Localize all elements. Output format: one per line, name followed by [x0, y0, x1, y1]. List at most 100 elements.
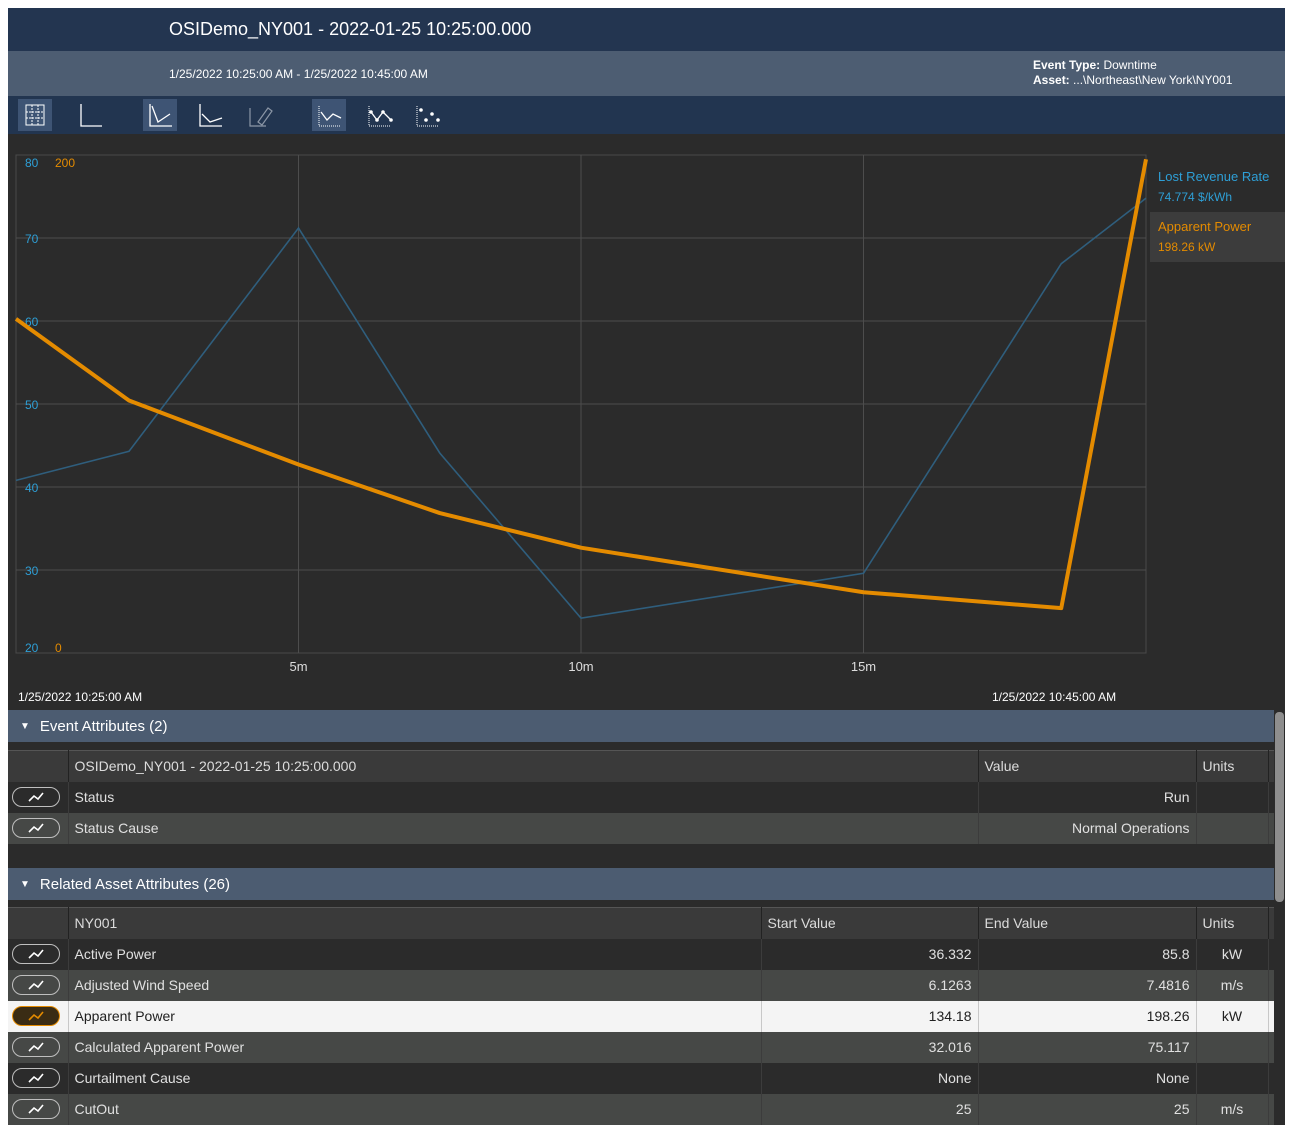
attribute-end-value: None [978, 1062, 1197, 1094]
add-to-trend-button[interactable] [12, 818, 60, 838]
attribute-name: Status Cause [68, 812, 979, 844]
markers-only-icon [416, 106, 440, 127]
column-header-units[interactable]: Units [1196, 750, 1269, 782]
y-tick-label-left: 70 [25, 232, 39, 246]
attribute-units: kW [1196, 1000, 1269, 1032]
trend-step-button[interactable] [193, 99, 227, 131]
chart-toolbar [8, 96, 1285, 134]
column-header-end-value[interactable]: End Value [978, 907, 1197, 939]
trend-cell [8, 938, 69, 970]
column-header-name[interactable]: OSIDemo_NY001 - 2022-01-25 10:25:00.000 [68, 750, 979, 782]
attribute-units [1196, 1031, 1269, 1063]
attribute-end-value: 25 [978, 1093, 1197, 1125]
asset-label: Asset: [1033, 73, 1070, 87]
add-to-trend-button[interactable] [12, 1037, 60, 1057]
table-row[interactable]: Calculated Apparent Power 32.016 75.117 [8, 1031, 1275, 1063]
y-tick-label-left: 20 [25, 641, 39, 655]
event-type-label: Event Type: [1033, 58, 1101, 72]
trend-cell [8, 1000, 69, 1032]
title-bar: OSIDemo_NY001 - 2022-01-25 10:25:00.000 [8, 8, 1285, 51]
scrollbar-thumb[interactable] [1275, 712, 1284, 902]
attribute-start-value: 6.1263 [761, 969, 979, 1001]
gridlines-icon [25, 104, 45, 126]
legend-series-name: Lost Revenue Rate [1158, 169, 1270, 184]
table-row[interactable]: CutOut 25 25 m/s [8, 1093, 1275, 1125]
table-row[interactable]: Adjusted Wind Speed 6.1263 7.4816 m/s [8, 969, 1275, 1001]
trend-icon [28, 823, 44, 833]
attribute-end-value: 198.26 [978, 1000, 1197, 1032]
event-attributes-title: Event Attributes (2) [39, 717, 168, 735]
attribute-name: Calculated Apparent Power [68, 1031, 762, 1063]
attribute-name: Status [68, 781, 979, 813]
attribute-units: m/s [1196, 1093, 1269, 1125]
legend-series-value: 198.26 kW [1158, 240, 1216, 254]
trend-cell [8, 781, 69, 813]
legend-item-apparent-power[interactable]: Apparent Power 198.26 kW [1150, 212, 1285, 262]
attribute-start-value: None [761, 1062, 979, 1094]
vertical-scrollbar[interactable] [1274, 712, 1285, 1125]
trend-chart[interactable]: 5m 10m 15m 20 30 40 50 60 70 80 0 200 Lost Revenue … [8, 134, 1285, 710]
y-tick-label-secondary: 200 [55, 156, 75, 170]
attribute-units: kW [1196, 938, 1269, 970]
axes-button[interactable] [72, 99, 106, 131]
asset-value: ...\Northeast\New York\NY001 [1073, 73, 1233, 87]
y-tick-label-left: 30 [25, 564, 39, 578]
trend-cell [8, 1093, 69, 1125]
attribute-end-value: 7.4816 [978, 969, 1197, 1001]
line-only-button[interactable] [312, 99, 346, 131]
column-header-value[interactable]: Value [978, 750, 1197, 782]
attribute-units: m/s [1196, 969, 1269, 1001]
chart-end-time: 1/25/2022 10:45:00 AM [992, 690, 1117, 704]
trend-icon [28, 980, 44, 990]
info-bar: 1/25/2022 10:25:00 AM - 1/25/2022 10:45:… [8, 51, 1285, 96]
attribute-start-value: 36.332 [761, 938, 979, 970]
legend-item-lost-revenue-rate[interactable]: Lost Revenue Rate 74.774 $/kWh [1150, 162, 1285, 212]
event-detail-window: OSIDemo_NY001 - 2022-01-25 10:25:00.000 … [8, 8, 1285, 1125]
add-to-trend-button[interactable] [12, 975, 60, 995]
x-tick-label: 10m [568, 659, 593, 674]
axes-icon [80, 104, 102, 127]
gridlines-button[interactable] [18, 99, 52, 131]
table-row[interactable]: Status Cause Normal Operations [8, 812, 1275, 844]
trend-pen-button[interactable] [243, 99, 277, 131]
attribute-units [1196, 812, 1269, 844]
event-meta: Event Type: Downtime Asset: ...\Northeas… [1033, 58, 1232, 88]
event-attributes-header[interactable]: ▼ Event Attributes (2) [8, 710, 1274, 742]
related-attributes-header[interactable]: ▼ Related Asset Attributes (26) [8, 868, 1274, 900]
trend-icon [28, 792, 44, 802]
markers-only-button[interactable] [410, 99, 444, 131]
add-to-trend-button[interactable] [12, 944, 60, 964]
chart-start-time: 1/25/2022 10:25:00 AM [18, 690, 143, 704]
table-row[interactable]: Active Power 36.332 85.8 kW [8, 938, 1275, 970]
related-attributes-table: NY001 Start Value End Value Units Active… [8, 907, 1275, 1125]
trend-line-button[interactable] [143, 99, 177, 131]
attribute-end-value: 75.117 [978, 1031, 1197, 1063]
attribute-name: CutOut [68, 1093, 762, 1125]
column-header-name[interactable]: NY001 [68, 907, 762, 939]
line-markers-button[interactable] [362, 99, 396, 131]
trend-line-icon [149, 104, 172, 127]
attribute-start-value: 134.18 [761, 1000, 979, 1032]
event-type-value: Downtime [1103, 58, 1157, 72]
table-row[interactable]: Status Run [8, 781, 1275, 813]
table-row[interactable]: Curtailment Cause None None [8, 1062, 1275, 1094]
attribute-start-value: 25 [761, 1093, 979, 1125]
attribute-start-value: 32.016 [761, 1031, 979, 1063]
add-to-trend-button[interactable] [12, 1099, 60, 1119]
attribute-value: Run [978, 781, 1197, 813]
y-tick-label-left: 80 [25, 156, 39, 170]
trend-icon [28, 1042, 44, 1052]
event-attributes-table: OSIDemo_NY001 - 2022-01-25 10:25:00.000 … [8, 750, 1275, 844]
window-title: OSIDemo_NY001 - 2022-01-25 10:25:00.000 [169, 19, 532, 39]
add-to-trend-button[interactable] [12, 1068, 60, 1088]
add-to-trend-button[interactable] [12, 1006, 60, 1026]
trend-cell [8, 1062, 69, 1094]
trend-cell [8, 812, 69, 844]
chart-legend: Lost Revenue Rate 74.774 $/kWh Apparent … [1150, 162, 1285, 262]
column-header-start-value[interactable]: Start Value [761, 907, 979, 939]
y-tick-label-left: 40 [25, 481, 39, 495]
column-header-units[interactable]: Units [1196, 907, 1269, 939]
table-row[interactable]: Apparent Power 134.18 198.26 kW [8, 1000, 1275, 1032]
add-to-trend-button[interactable] [12, 787, 60, 807]
line-only-icon [318, 106, 342, 127]
